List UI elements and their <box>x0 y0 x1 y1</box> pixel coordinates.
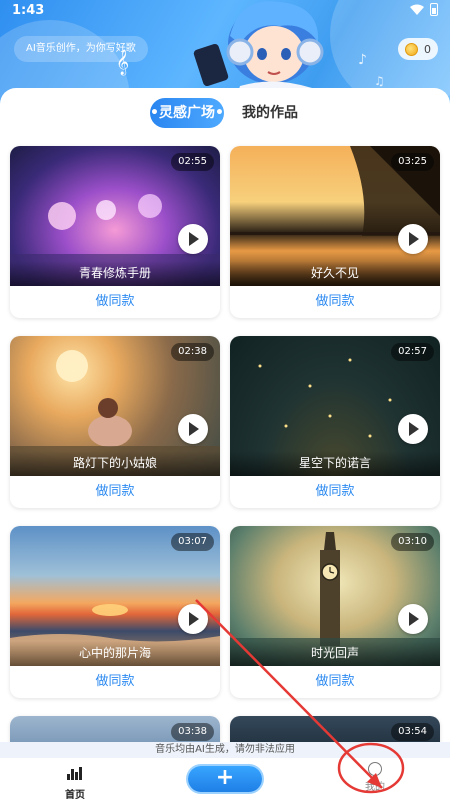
equalizer-icon <box>67 767 82 780</box>
make-same-button[interactable]: 做同款 <box>10 286 220 318</box>
play-icon[interactable] <box>178 414 208 444</box>
wifi-icon <box>410 4 424 15</box>
song-card[interactable]: 02:55 青春修炼手册 做同款 <box>10 146 220 318</box>
song-duration: 02:57 <box>391 343 434 361</box>
song-title: 青春修炼手册 <box>10 261 220 286</box>
nav-mine[interactable]: 我的 <box>350 760 400 798</box>
song-card[interactable]: 03:25 好久不见 做同款 <box>230 146 440 318</box>
music-note-icon: ♪ <box>358 52 367 68</box>
nav-home-label: 首页 <box>65 790 85 800</box>
song-card[interactable]: 02:57 星空下的诺言 做同款 <box>230 336 440 508</box>
nav-home[interactable]: 首页 <box>50 762 100 800</box>
coin-balance[interactable]: 0 <box>398 38 438 60</box>
song-title: 时光回声 <box>230 641 440 666</box>
coin-count: 0 <box>424 42 431 56</box>
make-same-button[interactable]: 做同款 <box>10 476 220 508</box>
nav-mine-label: 我的 <box>365 782 385 793</box>
tab-my-works[interactable]: 我的作品 <box>240 98 300 128</box>
song-title: 心中的那片海 <box>10 641 220 666</box>
song-title: 星空下的诺言 <box>230 451 440 476</box>
bottom-nav: 首页 + 我的 <box>0 758 450 800</box>
make-same-button[interactable]: 做同款 <box>10 666 220 698</box>
play-icon[interactable] <box>178 224 208 254</box>
song-card[interactable]: 03:54 <box>230 716 440 742</box>
play-icon[interactable] <box>398 414 428 444</box>
make-same-button[interactable]: 做同款 <box>230 666 440 698</box>
song-duration: 02:55 <box>171 153 214 171</box>
song-card[interactable]: 02:38 路灯下的小姑娘 做同款 <box>10 336 220 508</box>
content-panel: •灵感广场• 我的作品 02:55 青春修炼手册 做同款 03:25 好久不见 … <box>0 88 450 742</box>
song-card[interactable]: 03:38 <box>10 716 220 742</box>
make-same-button[interactable]: 做同款 <box>230 476 440 508</box>
tab-inspiration-plaza[interactable]: •灵感广场• <box>150 98 224 128</box>
play-icon[interactable] <box>398 224 428 254</box>
play-icon[interactable] <box>398 604 428 634</box>
song-duration: 03:07 <box>171 533 214 551</box>
song-duration: 03:54 <box>391 723 434 741</box>
tab-bar: •灵感广场• 我的作品 <box>0 98 450 128</box>
make-same-button[interactable]: 做同款 <box>230 286 440 318</box>
battery-icon <box>430 3 438 16</box>
music-note-icon: 𝄞 <box>116 50 130 75</box>
song-card[interactable]: 03:10 时光回声 做同款 <box>230 526 440 698</box>
status-time: 1:43 <box>12 3 45 18</box>
song-duration: 03:10 <box>391 533 434 551</box>
ai-generation-notice: 音乐均由AI生成，请勿非法应用 <box>0 742 450 758</box>
song-title: 好久不见 <box>230 261 440 286</box>
song-duration: 02:38 <box>171 343 214 361</box>
music-note-icon: ♫ <box>374 74 385 88</box>
song-duration: 03:25 <box>391 153 434 171</box>
song-title: 路灯下的小姑娘 <box>10 451 220 476</box>
song-card[interactable]: 03:07 心中的那片海 做同款 <box>10 526 220 698</box>
status-icons <box>410 3 438 16</box>
profile-icon <box>368 762 382 776</box>
play-icon[interactable] <box>178 604 208 634</box>
create-song-button[interactable]: + <box>188 766 262 792</box>
coin-icon <box>405 42 418 56</box>
song-duration: 03:38 <box>171 723 214 741</box>
